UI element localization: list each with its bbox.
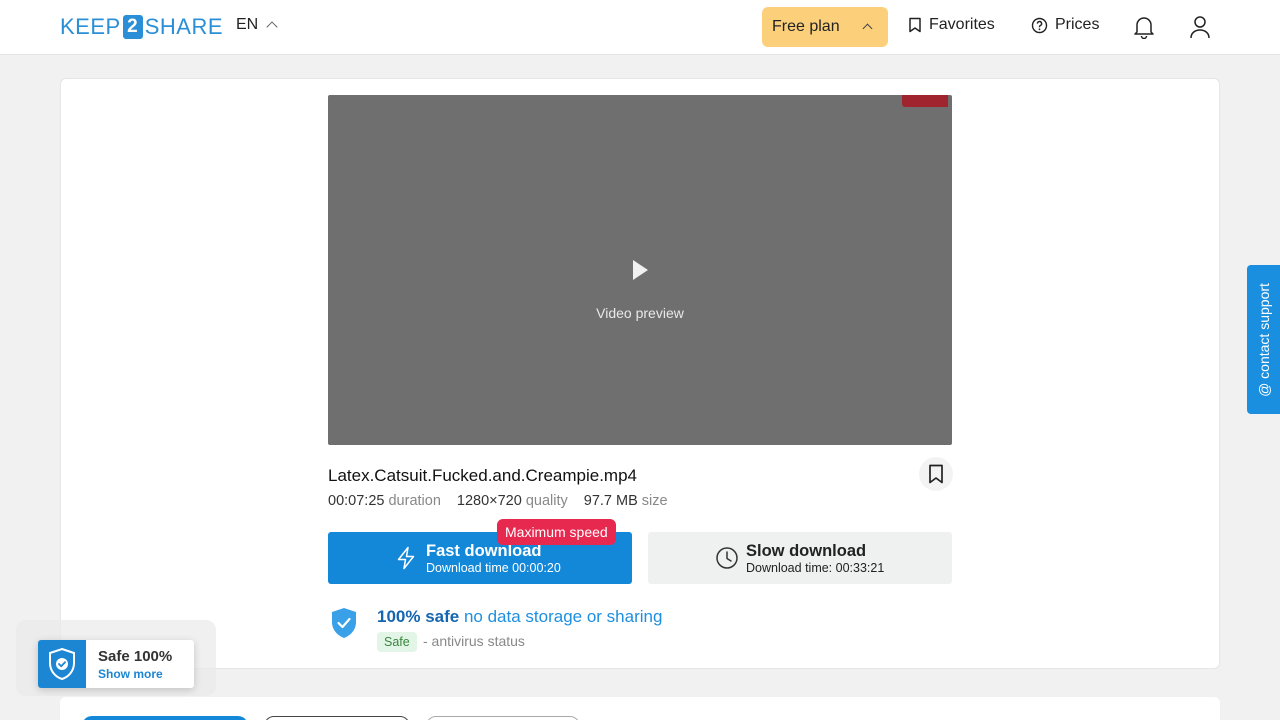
favorites-link[interactable]: Favorites	[908, 16, 995, 34]
quality-meta: 1280×720 quality	[457, 493, 568, 509]
safe-status-badge: Safe	[377, 632, 417, 652]
file-name: Latex.Catsuit.Fucked.and.Creampie.mp4	[328, 466, 637, 485]
quality-label: quality	[525, 493, 568, 509]
lightning-icon	[397, 546, 415, 570]
logo-keep-text: KEEP	[60, 14, 121, 39]
top-header: KEEP 2 SHARE EN Free plan Favorites Pric…	[0, 0, 1280, 55]
language-selector[interactable]: EN	[236, 16, 278, 34]
show-more-link[interactable]: Show more	[98, 667, 163, 681]
contact-support-tab[interactable]: @ contact support	[1247, 265, 1280, 414]
prices-label: Prices	[1055, 16, 1100, 33]
account-button[interactable]	[1187, 14, 1213, 40]
prices-link[interactable]: Prices	[1031, 16, 1099, 34]
free-plan-label: Free plan	[772, 18, 840, 35]
safe-popup[interactable]: Safe 100% Show more	[38, 640, 194, 688]
video-placeholder-note: Video preview	[596, 305, 684, 321]
size-value: 97.7 MB	[583, 493, 638, 509]
slow-download-title: Slow download	[746, 542, 867, 560]
antivirus-status-text: - antivirus status	[423, 633, 525, 649]
fast-download-time: Download time 00:00:20	[426, 561, 561, 575]
slow-download-button[interactable]: Slow download Download time: 00:33:21	[648, 532, 952, 584]
safety-title-rest: no data storage or sharing	[459, 607, 663, 626]
notifications-button[interactable]	[1131, 14, 1157, 40]
safety-title: 100% safe no data storage or sharing	[377, 607, 662, 627]
add-to-favorites-button[interactable]	[919, 457, 953, 491]
free-plan-button[interactable]: Free plan	[762, 7, 888, 47]
safety-title-bold: 100% safe	[377, 607, 460, 626]
bottom-tab-2[interactable]	[264, 716, 410, 720]
favorites-label: Favorites	[929, 16, 995, 33]
bookmark-icon	[929, 464, 943, 484]
size-meta: 97.7 MB size	[584, 493, 668, 509]
help-circle-icon	[1031, 17, 1048, 33]
maximum-speed-badge: Maximum speed	[497, 519, 616, 545]
shield-check-icon	[332, 608, 356, 638]
slow-download-time: Download time: 00:33:21	[746, 561, 885, 575]
shield-check-icon	[49, 647, 75, 681]
chevron-up-icon	[862, 23, 873, 34]
language-label: EN	[236, 16, 259, 33]
shield-badge	[38, 640, 86, 688]
bell-icon	[1134, 17, 1154, 39]
file-meta: 00:07:25 duration 1280×720 quality 97.7 …	[328, 493, 668, 509]
logo-2-badge: 2	[122, 15, 143, 39]
duration-meta: 00:07:25 duration	[328, 493, 441, 509]
bottom-tab-1[interactable]	[82, 716, 248, 720]
user-icon	[1190, 16, 1210, 39]
safe-popup-title: Safe 100%	[98, 648, 173, 665]
clock-icon	[716, 547, 738, 569]
bottom-tab-3[interactable]	[426, 716, 580, 720]
play-icon[interactable]	[633, 260, 648, 280]
contact-support-label: @ contact support	[1255, 282, 1272, 397]
chevron-up-icon	[266, 21, 278, 33]
duration-label: duration	[388, 493, 441, 509]
size-label: size	[641, 493, 668, 509]
duration-value: 00:07:25	[328, 493, 385, 509]
video-player[interactable]: Video preview	[328, 95, 952, 445]
logo-share-text: SHARE	[144, 14, 223, 39]
bookmark-icon	[909, 17, 921, 33]
keep2share-logo[interactable]: KEEP 2 SHARE	[60, 14, 223, 40]
quality-value: 1280×720	[456, 493, 522, 509]
watermark-badge	[902, 95, 948, 107]
